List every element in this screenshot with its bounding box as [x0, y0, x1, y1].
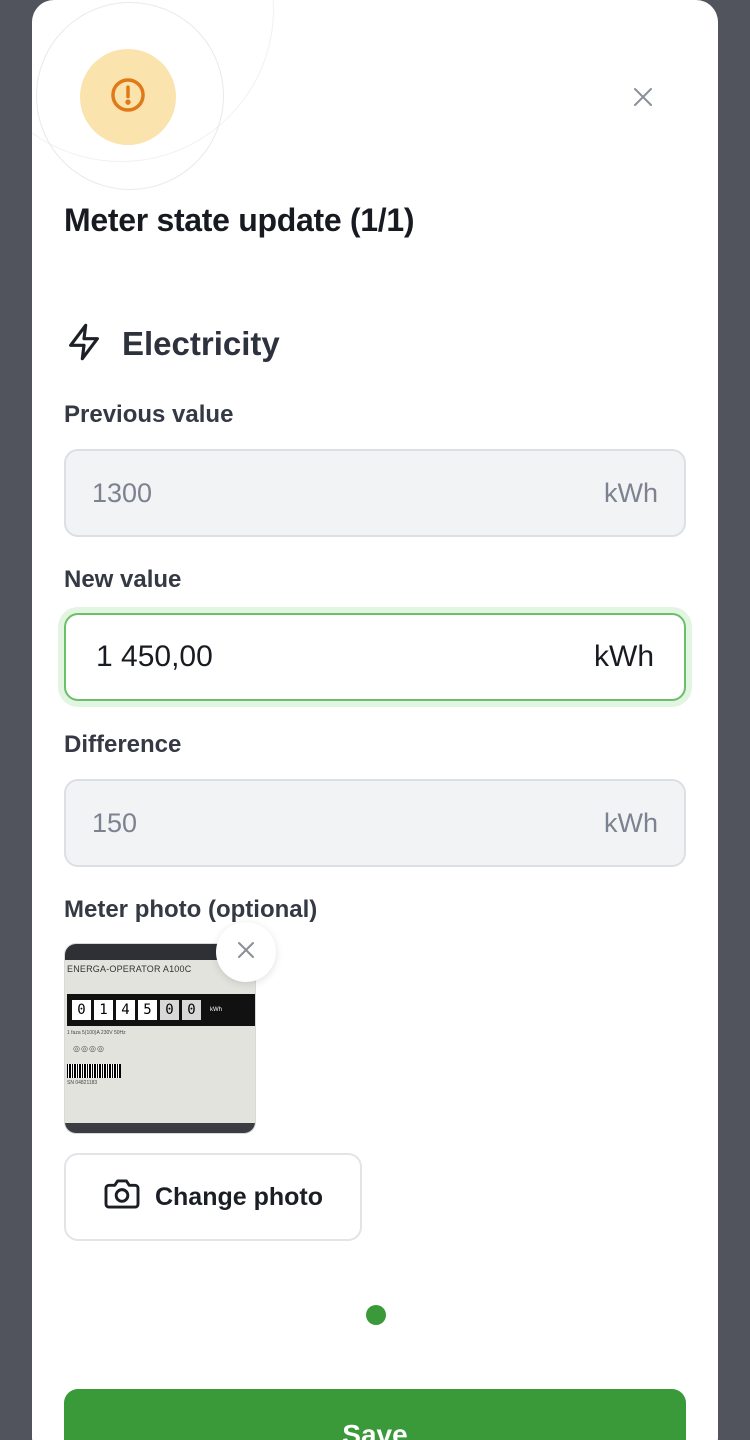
- lightning-bolt-icon: [64, 322, 104, 367]
- meter-digit: 1: [94, 1000, 113, 1020]
- section-label: Electricity: [122, 325, 280, 362]
- new-value-label: New value: [64, 566, 182, 593]
- warning-circle-icon: [109, 76, 147, 119]
- meter-frame: [65, 1123, 255, 1133]
- meter-face: [65, 960, 255, 1125]
- difference-unit: kWh: [604, 807, 658, 838]
- change-photo-label: Change photo: [154, 1182, 324, 1211]
- pagination-dot: [366, 1305, 386, 1325]
- difference-value: 150: [92, 807, 138, 838]
- new-value-unit: kWh: [594, 640, 654, 673]
- remove-photo-button[interactable]: [216, 922, 276, 982]
- section-header: Electricity: [64, 322, 280, 366]
- meter-digit: 4: [116, 1000, 135, 1020]
- new-value[interactable]: 1 450,00: [96, 640, 213, 674]
- meter-spec: 1 faza 5(100)A 230V 50Hz: [67, 1030, 126, 1036]
- previous-value-label: Previous value: [64, 401, 234, 428]
- difference-label: Difference: [64, 731, 182, 758]
- meter-barcode: [67, 1064, 121, 1078]
- close-button[interactable]: [628, 84, 658, 114]
- warning-badge: [80, 49, 176, 145]
- change-photo-button[interactable]: Change photo: [64, 1153, 362, 1241]
- close-icon: [632, 86, 654, 113]
- meter-display: 0 1 4 5 0 0 kWh: [67, 994, 255, 1026]
- meter-serial: SN 04821183: [67, 1080, 98, 1086]
- meter-dials: ◎◎◎◎: [73, 1044, 105, 1053]
- dialog-title: Meter state update (1/1): [64, 202, 415, 238]
- previous-value: 1300: [92, 477, 153, 508]
- meter-photo-label: Meter photo (optional): [64, 896, 318, 923]
- previous-value-field: 1300 kWh: [64, 449, 686, 537]
- camera-icon: [103, 1178, 141, 1217]
- meter-digit: 5: [138, 1000, 157, 1020]
- close-icon: [236, 940, 256, 965]
- meter-digit: 0: [160, 1000, 179, 1020]
- previous-value-unit: kWh: [604, 477, 658, 508]
- meter-brand: ENERGA-OPERATOR A100C: [67, 964, 192, 974]
- save-button[interactable]: Save: [64, 1389, 686, 1440]
- meter-update-dialog: Meter state update (1/1) Electricity Pre…: [32, 0, 718, 1440]
- meter-unit: kWh: [210, 1007, 222, 1013]
- meter-digit: 0: [182, 1000, 201, 1020]
- new-value-input[interactable]: 1 450,00 kWh: [64, 613, 686, 701]
- difference-field: 150 kWh: [64, 779, 686, 867]
- meter-digit: 0: [72, 1000, 91, 1020]
